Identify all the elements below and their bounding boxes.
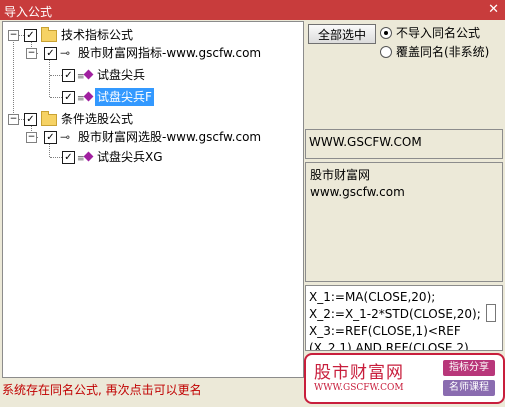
item-label-selected: 试盘尖兵F (95, 88, 154, 106)
code-line: X_3:=REF(CLOSE,1)<REF (309, 324, 461, 338)
watermark-url: WWW.GSCFW.COM (314, 383, 404, 393)
tree-item[interactable]: ✓ ≡ 试盘尖兵F (3, 88, 301, 106)
folder-icon (41, 27, 57, 42)
collapse-icon[interactable]: − (26, 48, 37, 59)
radio-overwrite-duplicates[interactable]: 覆盖同名(非系统) (380, 44, 500, 60)
radio-skip-duplicates[interactable]: 不导入同名公式 (380, 25, 500, 41)
provider-label: 股市财富网指标-www.gscfw.com (78, 46, 262, 60)
item-label: 试盘尖兵XG (97, 150, 163, 164)
site-text: WWW.GSCFW.COM (309, 135, 422, 149)
description-box: 股市财富网 www.gscfw.com (305, 162, 503, 282)
formula-tree[interactable]: − ✓ 技术指标公式 − ✓ ⊸ 股市财富网指标-www.gscfw.com ✓… (2, 21, 304, 378)
collapse-icon[interactable]: − (8, 30, 19, 41)
item-label: 试盘尖兵 (97, 68, 146, 82)
description-line: 股市财富网 (310, 168, 371, 182)
select-all-button[interactable]: 全部选中 (308, 24, 376, 44)
item-checkbox[interactable]: ✓ (62, 69, 75, 82)
description-text: 股市财富网 www.gscfw.com (310, 167, 405, 201)
group-checkbox[interactable]: ✓ (24, 29, 37, 42)
item-checkbox[interactable]: ✓ (62, 91, 75, 104)
code-line: X_1:=MA(CLOSE,20); (309, 290, 436, 304)
collapse-icon[interactable]: − (26, 132, 37, 143)
options-panel: 全部选中 不导入同名公式 覆盖同名(非系统) WWW.GSCFW.COM 股市财… (305, 21, 503, 386)
window-title: 导入公式 (4, 5, 53, 19)
collapse-icon[interactable]: − (8, 114, 19, 125)
title-bar: 导入公式 ✕ (0, 0, 505, 20)
key-icon: ⊸ (60, 46, 71, 60)
radio-button[interactable] (380, 46, 392, 58)
tree-item[interactable]: ✓ ≡ 试盘尖兵XG (3, 148, 301, 166)
diamond-icon (83, 151, 94, 162)
provider-checkbox[interactable]: ✓ (44, 47, 57, 60)
group-label: 条件选股公式 (61, 112, 134, 126)
provider-checkbox[interactable]: ✓ (44, 131, 57, 144)
tree-group-indicators[interactable]: − ✓ 技术指标公式 (3, 26, 301, 44)
diamond-icon (83, 69, 94, 80)
site-box: WWW.GSCFW.COM (305, 129, 503, 159)
tree-group-screeners[interactable]: − ✓ 条件选股公式 (3, 110, 301, 128)
formula-icon: ≡ (77, 72, 85, 82)
group-label: 技术指标公式 (61, 28, 134, 42)
scrollbar-thumb[interactable] (486, 304, 496, 322)
group-checkbox[interactable]: ✓ (24, 113, 37, 126)
radio-label: 覆盖同名(非系统) (396, 45, 490, 59)
description-line: www.gscfw.com (310, 185, 405, 199)
status-message: 系统存在同名公式, 再次点击可以更名 (2, 383, 202, 397)
tree-provider-indicators[interactable]: − ✓ ⊸ 股市财富网指标-www.gscfw.com (3, 44, 301, 62)
code-text: X_1:=MA(CLOSE,20); X_2:=X_1-2*STD(CLOSE,… (309, 289, 481, 351)
close-icon[interactable]: ✕ (488, 2, 499, 17)
code-box[interactable]: X_1:=MA(CLOSE,20); X_2:=X_1-2*STD(CLOSE,… (305, 285, 503, 351)
code-line: X_2:=X_1-2*STD(CLOSE,20); (309, 307, 481, 321)
watermark-logo: 股市财富网 WWW.GSCFW.COM 指标分享 名师课程 (304, 353, 505, 404)
tree-provider-screeners[interactable]: − ✓ ⊸ 股市财富网选股-www.gscfw.com (3, 128, 301, 146)
folder-icon (41, 111, 57, 126)
watermark-name: 股市财富网 (314, 363, 404, 383)
radio-label: 不导入同名公式 (396, 26, 481, 40)
tree-item[interactable]: ✓ ≡ 试盘尖兵 (3, 66, 301, 84)
watermark-badge-bottom: 名师课程 (443, 380, 495, 396)
item-checkbox[interactable]: ✓ (62, 151, 75, 164)
provider-label: 股市财富网选股-www.gscfw.com (78, 130, 262, 144)
diamond-icon (83, 91, 94, 102)
code-line: (X_2,1) AND REF(CLOSE,2) (309, 341, 469, 351)
radio-button[interactable] (380, 27, 392, 39)
formula-icon: ≡ (77, 154, 85, 164)
watermark-badge-top: 指标分享 (443, 360, 495, 376)
key-icon: ⊸ (60, 130, 71, 144)
formula-icon: ≡ (77, 94, 85, 104)
